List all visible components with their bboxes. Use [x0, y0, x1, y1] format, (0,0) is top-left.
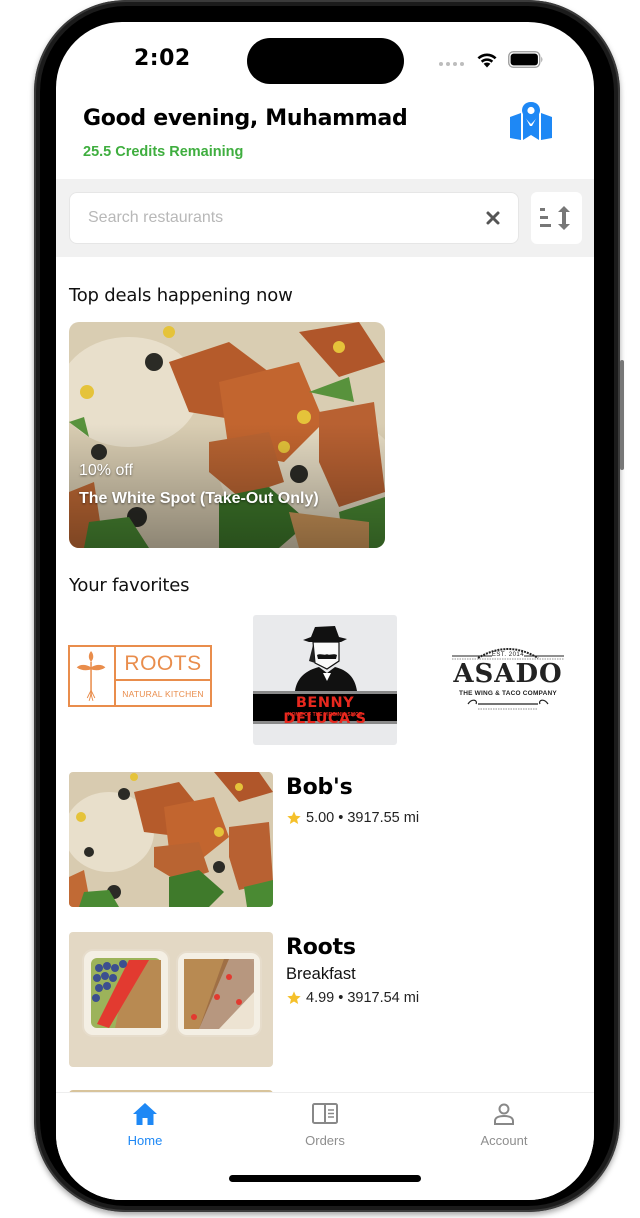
smoothie-bowls-image — [69, 932, 273, 1067]
restaurant-list-item[interactable]: Roots Breakfast 4.99 • 3917.54 mi — [69, 932, 569, 1067]
clear-search-button[interactable] — [482, 207, 504, 229]
bowl-food-image — [69, 772, 273, 907]
tab-orders-label: Orders — [305, 1133, 345, 1148]
tab-home-label: Home — [127, 1133, 163, 1148]
credits-remaining: 25.5 Credits Remaining — [83, 144, 244, 160]
roots-logo-title: ROOTS — [116, 647, 210, 681]
meta-separator: • — [338, 990, 344, 1006]
deal-card[interactable]: 10% off The White Spot (Take-Out Only) — [69, 322, 385, 548]
home-header: Good evening, Muhammad 25.5 Credits Rema… — [56, 102, 594, 179]
dynamic-island — [247, 38, 404, 84]
restaurant-thumbnail — [69, 932, 273, 1067]
home-indicator — [229, 1175, 421, 1182]
account-icon — [494, 1103, 514, 1125]
restaurant-rating: 4.99 — [306, 990, 335, 1006]
side-button — [620, 360, 624, 470]
bottom-tab-bar: Home Orders Account — [56, 1092, 594, 1200]
asado-logo-title: ASADO — [453, 659, 563, 689]
benny-portrait-logo — [295, 626, 357, 691]
restaurant-thumbnail — [69, 772, 273, 907]
asado-logo-tagline: THE WING & TACO COMPANY — [459, 690, 557, 697]
benny-logo-tagline: HOME OF THE VIRGINIA SLICE — [287, 712, 363, 718]
battery-icon — [508, 51, 543, 68]
greeting-title: Good evening, Muhammad — [83, 106, 408, 131]
sprout-icon — [76, 651, 106, 702]
roots-logo-tagline: NATURAL KITCHEN — [122, 689, 204, 699]
restaurant-rating-distance: 4.99 • 3917.54 mi — [286, 990, 419, 1006]
tab-account-label: Account — [480, 1133, 528, 1148]
tab-account[interactable]: Account — [444, 1101, 564, 1161]
orders-icon — [312, 1103, 338, 1124]
restaurant-name: Bob's — [286, 775, 353, 800]
meta-separator: • — [338, 810, 344, 826]
deal-discount: 10% off — [79, 462, 133, 479]
favorite-benny-delucas[interactable]: BENNY DELUCA'S HOME OF THE VIRGINIA SLIC… — [253, 615, 397, 745]
map-view-button[interactable] — [506, 102, 556, 142]
home-icon — [133, 1103, 157, 1125]
status-bar: 2:02 — [56, 22, 594, 102]
restaurant-distance: 3917.55 mi — [347, 810, 420, 826]
benny-banner: BENNY DELUCA'S HOME OF THE VIRGINIA SLIC… — [253, 691, 397, 727]
favorite-roots[interactable]: ROOTS NATURAL KITCHEN — [68, 645, 212, 707]
favorite-asado[interactable]: EST. 2014 ASADO THE WING & TACO COMPANY — [448, 642, 568, 714]
deal-restaurant-name: The White Spot (Take-Out Only) — [79, 490, 319, 507]
star-icon — [287, 811, 301, 824]
asado-est-year: EST. 2014 — [491, 652, 525, 658]
close-icon — [486, 211, 500, 225]
benny-logo-title: BENNY DELUCA'S — [283, 695, 367, 727]
search-section — [56, 179, 594, 257]
favorites-list: ROOTS NATURAL KITCHEN BENNY DELUCA'S HOM… — [56, 612, 594, 747]
tab-orders[interactable]: Orders — [265, 1101, 385, 1161]
restaurant-category: Breakfast — [286, 965, 356, 983]
restaurant-rating: 5.00 — [306, 810, 335, 826]
star-icon — [287, 991, 301, 1004]
restaurant-list-item[interactable]: Bob's 5.00 • 3917.55 mi — [69, 772, 569, 907]
favorites-section-title: Your favorites — [69, 575, 190, 596]
map-pin-icon — [510, 102, 552, 140]
tab-home[interactable]: Home — [85, 1101, 205, 1161]
wifi-icon — [477, 53, 497, 68]
restaurant-name: Roots — [286, 935, 356, 960]
deals-section-title: Top deals happening now — [69, 285, 293, 306]
sort-icon — [540, 206, 570, 230]
restaurant-rating-distance: 5.00 • 3917.55 mi — [286, 810, 419, 826]
search-field — [69, 192, 519, 244]
status-time: 2:02 — [134, 46, 191, 71]
app-screen: 2:02 Good evening, Muhammad 25.5 Credits… — [56, 22, 594, 1200]
sort-button[interactable] — [531, 192, 582, 244]
cellular-signal-icon — [439, 62, 464, 66]
deal-overlay — [69, 322, 385, 548]
search-input[interactable] — [88, 193, 468, 243]
roots-leaf-logo — [70, 647, 116, 705]
restaurant-distance: 3917.54 mi — [347, 990, 420, 1006]
